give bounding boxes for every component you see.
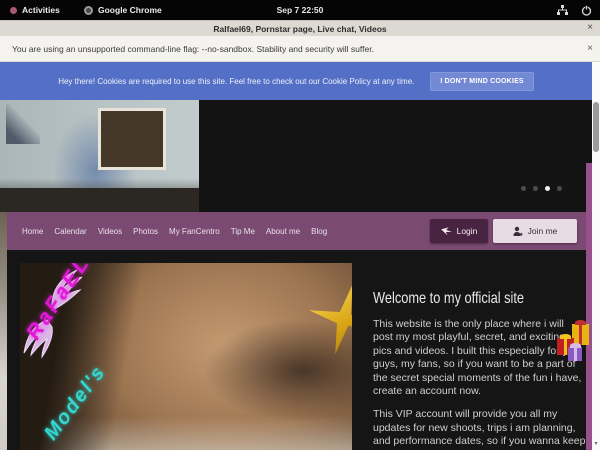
site-navbar: Home Calendar Videos Photos My FanCentro… bbox=[7, 212, 592, 250]
main-article: RaFaEL Model's Welcome to my official si… bbox=[7, 250, 586, 450]
welcome-paragraph: This website is the only place where i w… bbox=[373, 318, 586, 398]
carousel-dot-active[interactable] bbox=[545, 186, 550, 191]
login-button[interactable]: Login bbox=[430, 219, 488, 243]
window-titlebar: Ralfael69, Pornstar page, Live chat, Vid… bbox=[0, 20, 600, 36]
scrollbar-down-arrow[interactable]: ▾ bbox=[592, 441, 600, 447]
join-person-icon bbox=[513, 226, 523, 237]
nav-links: Home Calendar Videos Photos My FanCentro… bbox=[22, 212, 327, 250]
hero-photo-placeholder bbox=[0, 100, 199, 212]
gift-icon bbox=[568, 347, 582, 361]
flag-warning-message: You are using an unsupported command-lin… bbox=[12, 36, 374, 62]
hero-photo-detail bbox=[6, 104, 40, 144]
window-title: Ralfael69, Pornstar page, Live chat, Vid… bbox=[0, 21, 600, 37]
welcome-paragraph: This VIP account will provide you all my… bbox=[373, 408, 586, 450]
join-me-label: Join me bbox=[528, 226, 558, 236]
nav-item-tip-me[interactable]: Tip Me bbox=[231, 227, 255, 236]
photo-shade bbox=[203, 319, 352, 422]
nav-item-videos[interactable]: Videos bbox=[98, 227, 122, 236]
hero-banner bbox=[0, 100, 592, 212]
system-tray bbox=[557, 0, 592, 20]
flag-warning-bar: You are using an unsupported command-lin… bbox=[0, 36, 600, 62]
window-close-button[interactable]: × bbox=[587, 22, 593, 33]
login-pointer-icon bbox=[441, 226, 452, 236]
page-viewport: Hey there! Cookies are required to use t… bbox=[0, 62, 592, 450]
power-icon[interactable] bbox=[581, 5, 592, 16]
clock-menu[interactable]: Sep 7 22:50 bbox=[0, 0, 600, 20]
page-edge-strip bbox=[586, 163, 592, 450]
screen: Activities Google Chrome Sep 7 22:50 Ral… bbox=[0, 0, 600, 450]
clock-text: Sep 7 22:50 bbox=[277, 5, 324, 15]
body-background-sliver bbox=[0, 212, 7, 450]
carousel-dot[interactable] bbox=[533, 186, 538, 191]
gift-icon bbox=[572, 324, 589, 345]
carousel-dot[interactable] bbox=[521, 186, 526, 191]
welcome-heading: Welcome to my official site bbox=[373, 290, 543, 308]
nav-item-about-me[interactable]: About me bbox=[266, 227, 300, 236]
carousel-dots bbox=[521, 186, 562, 191]
nav-item-calendar[interactable]: Calendar bbox=[54, 227, 86, 236]
network-icon[interactable] bbox=[557, 5, 568, 16]
cookie-accept-button[interactable]: I DON'T MIND COOKIES bbox=[430, 72, 533, 91]
carousel-dot[interactable] bbox=[557, 186, 562, 191]
desktop-top-bar: Activities Google Chrome Sep 7 22:50 bbox=[0, 0, 600, 20]
nav-item-my-fancentro[interactable]: My FanCentro bbox=[169, 227, 220, 236]
nav-item-photos[interactable]: Photos bbox=[133, 227, 158, 236]
cookie-message: Hey there! Cookies are required to use t… bbox=[58, 77, 414, 86]
page-scrollbar[interactable]: ▾ bbox=[592, 62, 600, 450]
hero-photo-detail bbox=[0, 188, 199, 212]
scrollbar-thumb[interactable] bbox=[593, 102, 599, 152]
flag-warning-close-button[interactable]: × bbox=[587, 43, 593, 54]
profile-photo-placeholder: RaFaEL Model's bbox=[20, 263, 352, 450]
cookie-banner: Hey there! Cookies are required to use t… bbox=[0, 62, 592, 100]
login-label: Login bbox=[457, 226, 478, 236]
welcome-text-column: Welcome to my official site This website… bbox=[373, 290, 586, 450]
hero-photo-detail bbox=[98, 108, 166, 170]
nav-item-blog[interactable]: Blog bbox=[311, 227, 327, 236]
nav-item-home[interactable]: Home bbox=[22, 227, 43, 236]
join-me-button[interactable]: Join me bbox=[493, 219, 577, 243]
